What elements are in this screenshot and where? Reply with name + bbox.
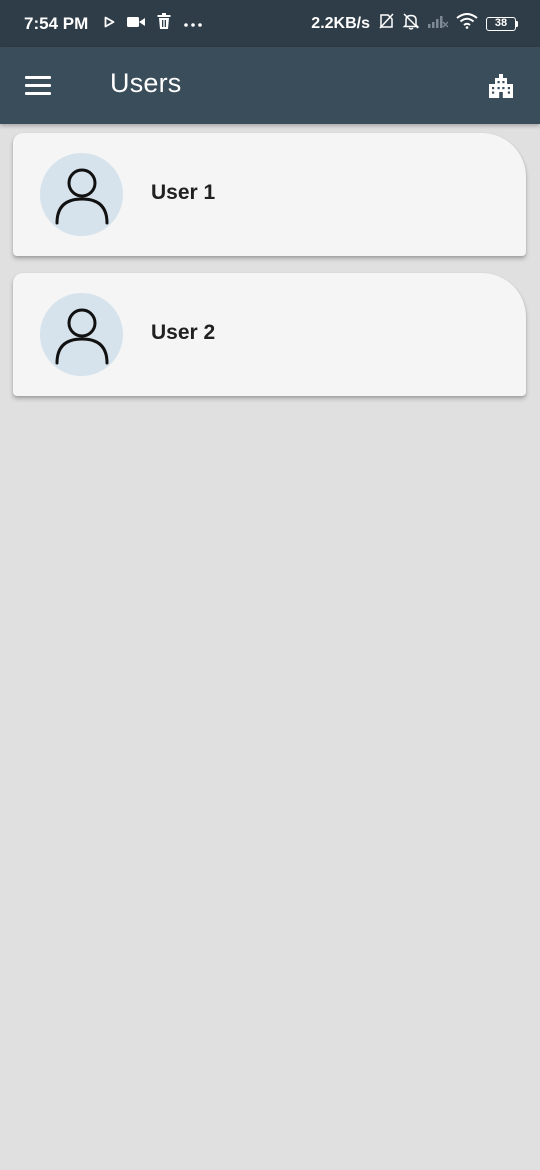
signal-icon	[428, 14, 449, 33]
more-icon	[183, 15, 203, 33]
user-name: User 2	[151, 321, 216, 344]
video-camera-icon	[127, 15, 146, 33]
status-left-group: 7:54 PM	[24, 13, 203, 34]
status-time: 7:54 PM	[24, 13, 89, 33]
wifi-icon	[456, 13, 478, 34]
status-bar: 7:54 PM 2.2KB/s 38	[0, 0, 540, 47]
network-speed: 2.2KB/s	[311, 14, 370, 32]
battery-tip	[516, 20, 518, 27]
play-icon	[104, 15, 115, 33]
notifications-off-icon	[402, 12, 420, 35]
status-right-group: 2.2KB/s 38	[311, 12, 518, 35]
person-icon	[55, 308, 108, 364]
trash-icon	[157, 13, 171, 34]
person-icon	[55, 168, 108, 224]
user-list: User 1 User 2	[13, 133, 526, 413]
building-icon[interactable]	[487, 72, 515, 100]
avatar	[40, 153, 123, 236]
user-card[interactable]: User 2	[13, 273, 526, 396]
avatar	[40, 293, 123, 376]
battery-level: 38	[486, 16, 516, 31]
app-bar: Users	[0, 47, 540, 124]
battery-indicator: 38	[486, 16, 518, 31]
user-card[interactable]: User 1	[13, 133, 526, 256]
no-sim-icon	[378, 13, 394, 34]
page-title: Users	[110, 68, 182, 98]
user-name: User 1	[151, 181, 216, 204]
hamburger-menu-icon[interactable]	[25, 76, 51, 96]
